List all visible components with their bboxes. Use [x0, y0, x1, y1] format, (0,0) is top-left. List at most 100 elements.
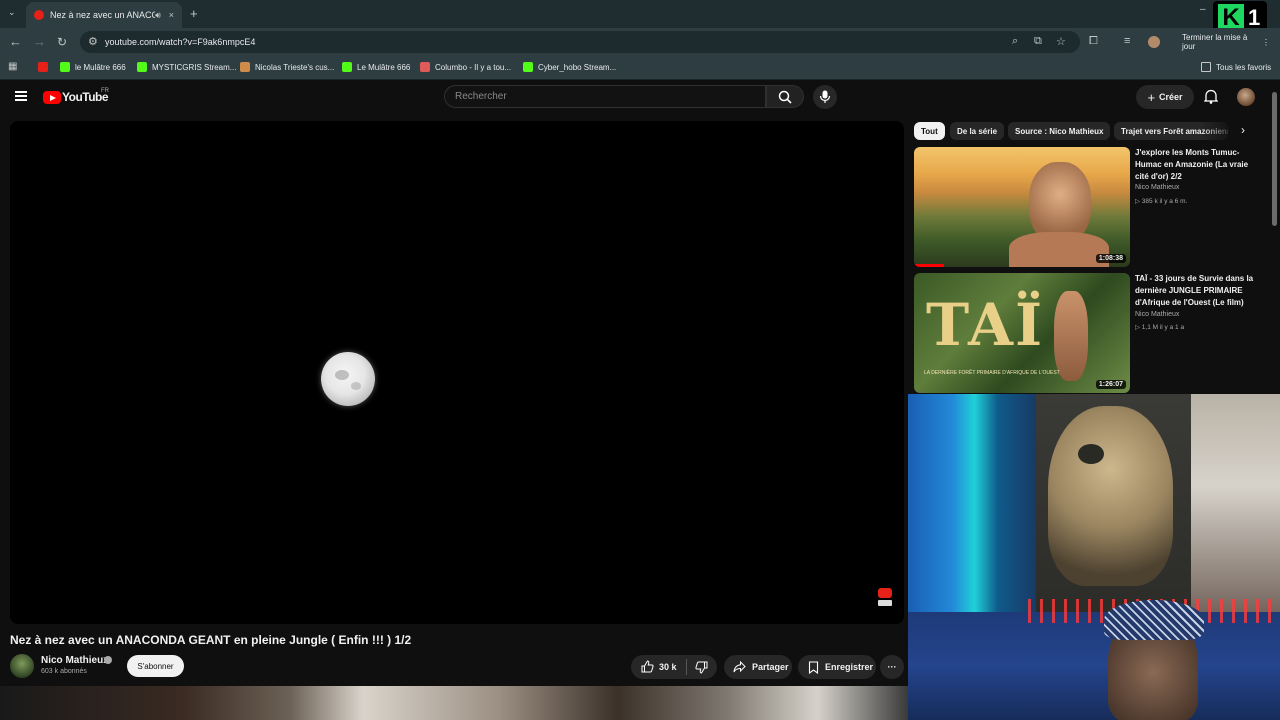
new-tab-button[interactable]: +: [190, 6, 198, 21]
thumbs-down-icon[interactable]: [695, 661, 708, 674]
reddit-icon: [420, 62, 430, 72]
apps-grid-icon[interactable]: ▦: [8, 61, 17, 72]
update-label: Terminer la mise à jour: [1182, 33, 1248, 51]
subscriber-count: 603 k abonnés: [41, 668, 87, 675]
search-input[interactable]: Rechercher: [444, 85, 766, 108]
thumbnail-person: [1054, 291, 1088, 381]
recommendation-channel[interactable]: Nico Mathieux: [1135, 311, 1179, 318]
bookmark-star-icon[interactable]: ☆: [1056, 35, 1066, 48]
bookmark-label: Columbo - Il y a tou...: [435, 62, 512, 72]
share-icon: [733, 661, 746, 673]
url-text[interactable]: youtube.com/watch?v=F9ak6nmpcE4: [105, 37, 255, 47]
channel-avatar[interactable]: [10, 654, 34, 678]
zoom-icon[interactable]: ⌕: [1012, 35, 1018, 48]
search-icon: [778, 90, 792, 104]
profile-avatar[interactable]: [1148, 36, 1160, 48]
watch-progress-bar: [914, 264, 944, 267]
subscribe-button[interactable]: S'abonner: [127, 655, 184, 677]
reading-list-icon[interactable]: ≡: [1124, 35, 1130, 47]
page-scrollbar[interactable]: [1272, 92, 1277, 226]
like-count: 30 k: [659, 661, 677, 672]
extensions-icon[interactable]: ⧠: [1089, 35, 1098, 48]
thumbnail-title-text: TAÏ: [926, 291, 1045, 359]
bookmark-item[interactable]: Cyber_hobo Stream...: [523, 62, 616, 72]
tab-search-button[interactable]: ⌄: [8, 7, 16, 18]
like-divider: [686, 659, 687, 675]
chip-source[interactable]: Source : Nico Mathieux: [1008, 122, 1111, 140]
webcam-poster: [1191, 394, 1280, 624]
webcam-skull-eye: [1078, 444, 1104, 464]
site-info-icon[interactable]: ⚙: [88, 35, 98, 48]
recommendation-title[interactable]: J'explore les Monts Tumuc-Humac en Amazo…: [1135, 147, 1263, 183]
bookmark-item[interactable]: [38, 62, 53, 72]
account-avatar[interactable]: [1237, 88, 1255, 106]
chip-all[interactable]: Tout: [914, 122, 945, 140]
channel-name[interactable]: Nico Mathieux: [41, 655, 109, 666]
bookmark-item[interactable]: Nicolas Trieste's cus...: [240, 62, 334, 72]
video-duration: 1:08:38: [1095, 254, 1126, 263]
bookmark-item[interactable]: Columbo - Il y a tou...: [420, 62, 511, 72]
recommendation-title[interactable]: TAÏ - 33 jours de Survie dans la dernièr…: [1135, 273, 1263, 309]
chevron-right-icon[interactable]: ›: [1241, 123, 1245, 137]
youtube-logo-icon[interactable]: [43, 91, 61, 104]
bookmark-label: Le Mulâtre 666: [357, 62, 411, 72]
video-title: Nez à nez avec un ANACONDA GEANT en plei…: [10, 633, 412, 647]
webcam-sofa: [908, 612, 1280, 720]
notifications-bell-icon[interactable]: [1204, 89, 1218, 104]
folder-icon: [1201, 62, 1211, 72]
bookmark-item[interactable]: le Mulâtre 666: [60, 62, 126, 72]
bookmark-label: Cyber_hobo Stream...: [538, 62, 617, 72]
save-button[interactable]: Enregistrer: [798, 655, 876, 679]
hamburger-menu-icon[interactable]: [15, 91, 27, 101]
kebab-menu-icon[interactable]: ⋮: [1262, 38, 1270, 47]
youtube-icon: [38, 62, 48, 72]
video-player[interactable]: [10, 121, 904, 624]
share-button[interactable]: Partager: [724, 655, 792, 679]
webcam-bandana: [1104, 600, 1204, 640]
tab-close-icon[interactable]: ×: [169, 10, 174, 20]
forward-icon[interactable]: →: [33, 35, 46, 49]
like-button[interactable]: 30 k: [641, 660, 677, 673]
tab-title: Nez à nez avec un ANACONDA GEANT en plei…: [50, 10, 156, 20]
all-bookmarks-label: Tous les favoris: [1216, 62, 1272, 72]
more-icon: ···: [887, 662, 897, 672]
channel-watermark-icon[interactable]: [876, 588, 894, 608]
deer-icon: [240, 62, 250, 72]
play-icon: [60, 62, 70, 72]
bookmark-item[interactable]: MYSTICGRIS Stream...: [137, 62, 236, 72]
bookmark-label: Nicolas Trieste's cus...: [255, 62, 335, 72]
voice-search-button[interactable]: [813, 85, 837, 109]
bookmark-label: le Mulâtre 666: [75, 62, 126, 72]
webcam-curtain: [908, 394, 1036, 624]
country-code: FR: [101, 88, 109, 94]
kick-icon: [523, 62, 533, 72]
install-icon[interactable]: ⧉: [1034, 35, 1042, 48]
save-playlist-icon: [808, 660, 819, 674]
speaker-icon[interactable]: 🔊︎: [155, 10, 161, 21]
browser-tab[interactable]: Nez à nez avec un ANACONDA GEANT en plei…: [26, 2, 182, 28]
update-button[interactable]: Terminer la mise à jour ⋮: [1172, 33, 1280, 51]
minimize-icon[interactable]: –: [1200, 4, 1206, 15]
description-area-blurred: [0, 686, 908, 720]
chip-series[interactable]: De la série: [950, 122, 1005, 140]
thumbs-up-icon: [641, 660, 654, 673]
create-button[interactable]: + Créer: [1136, 85, 1194, 109]
verified-badge-icon: [104, 656, 112, 664]
recommendation-thumbnail[interactable]: 1:08:38: [914, 147, 1130, 267]
microphone-icon: [819, 90, 831, 103]
webcam-skull-painting: [1048, 406, 1173, 586]
back-icon[interactable]: ←: [9, 35, 22, 49]
video-frame-moon: [321, 352, 375, 406]
more-actions-button[interactable]: ···: [880, 655, 904, 679]
all-bookmarks[interactable]: Tous les favoris: [1201, 62, 1271, 72]
thumbnail-person-body: [1009, 232, 1109, 267]
reload-icon[interactable]: ↻: [57, 35, 67, 49]
recommendation-channel[interactable]: Nico Mathieux: [1135, 184, 1179, 191]
bookmark-item[interactable]: Le Mulâtre 666: [342, 62, 410, 72]
thumbnail-subtitle-text: LA DERNIÈRE FORÊT PRIMAIRE D'AFRIQUE DE …: [924, 370, 1060, 376]
search-button[interactable]: [766, 85, 804, 108]
recommendation-thumbnail[interactable]: TAÏ LA DERNIÈRE FORÊT PRIMAIRE D'AFRIQUE…: [914, 273, 1130, 393]
kick-icon: [137, 62, 147, 72]
webcam-overlay: [908, 394, 1280, 720]
play-icon: [342, 62, 352, 72]
